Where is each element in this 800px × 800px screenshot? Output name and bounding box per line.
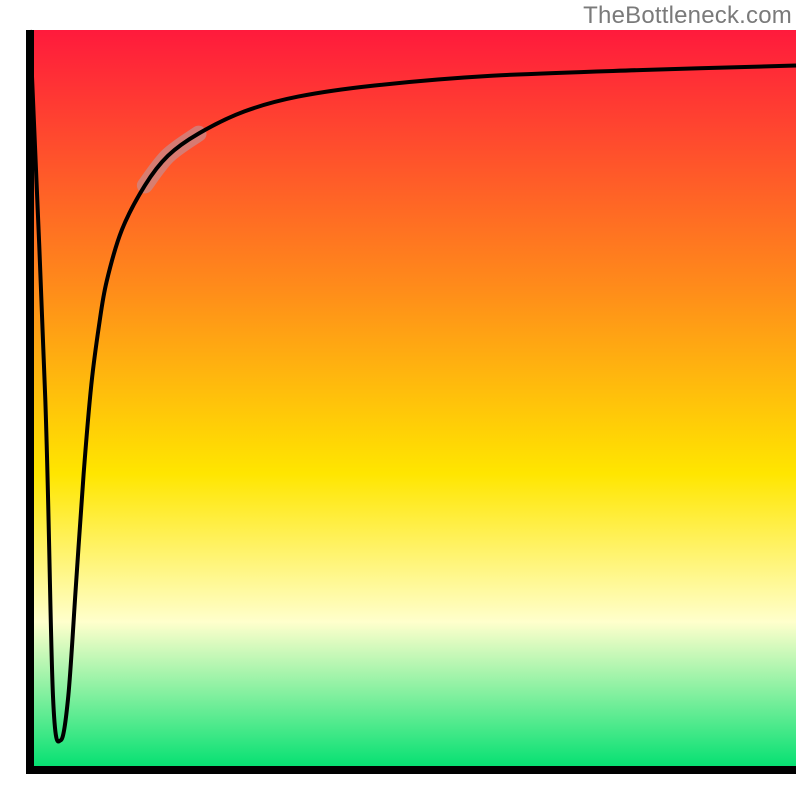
plot-background	[30, 30, 796, 770]
bottleneck-chart	[0, 0, 800, 800]
chart-stage: TheBottleneck.com	[0, 0, 800, 800]
watermark-text: TheBottleneck.com	[583, 2, 792, 30]
